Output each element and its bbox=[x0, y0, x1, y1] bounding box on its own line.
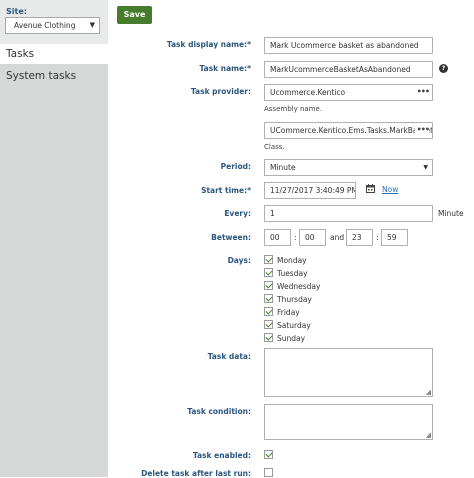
day-label-wednesday: Wednesday bbox=[277, 282, 321, 291]
save-button[interactable]: Save bbox=[117, 6, 152, 24]
chevron-down-icon: ▼ bbox=[89, 21, 95, 29]
from-hour-input[interactable]: 00 bbox=[264, 229, 291, 246]
to-hour-input[interactable]: 23 bbox=[346, 229, 373, 246]
task-provider-label: Task provider: bbox=[190, 87, 251, 96]
site-select[interactable]: Avenue Clothing ▼ bbox=[5, 17, 100, 34]
chevron-down-icon: ▼ bbox=[423, 164, 428, 171]
task-enabled-label: Task enabled: bbox=[192, 451, 251, 460]
help-icon[interactable]: ? bbox=[439, 64, 448, 73]
day-checkbox-monday[interactable] bbox=[264, 255, 273, 264]
day-label-monday: Monday bbox=[277, 256, 307, 265]
day-label-thursday: Thursday bbox=[277, 295, 312, 304]
every-label: Every: bbox=[224, 209, 251, 218]
assembly-note: Assembly name. bbox=[264, 105, 323, 113]
task-name-input[interactable]: MarkUcommerceBasketAsAbandoned bbox=[264, 61, 433, 78]
class-note: Class. bbox=[264, 143, 285, 151]
task-data-textarea[interactable]: ◢ bbox=[264, 348, 433, 397]
site-label: Site: bbox=[6, 7, 27, 16]
and-label: and bbox=[330, 233, 345, 242]
class-selector[interactable]: UCommerce.Kentico.Ems.Tasks.MarkBasketsA… bbox=[264, 122, 433, 139]
time-colon: : bbox=[294, 233, 297, 242]
day-checkbox-wednesday[interactable] bbox=[264, 281, 273, 290]
period-value: Minute bbox=[270, 163, 296, 172]
task-data-label: Task data: bbox=[207, 352, 251, 361]
assembly-selector[interactable]: Ucommerce.Kentico ••• bbox=[264, 84, 433, 101]
assembly-value: Ucommerce.Kentico bbox=[270, 88, 346, 97]
display-name-input[interactable]: Mark Ucommerce basket as abandoned bbox=[264, 37, 433, 54]
task-condition-label: Task condition: bbox=[187, 407, 251, 416]
start-time-input[interactable]: 11/27/2017 3:40:49 PM bbox=[264, 182, 356, 199]
every-input[interactable]: 1 bbox=[264, 205, 433, 222]
period-select[interactable]: Minute ▼ bbox=[264, 159, 433, 176]
now-link[interactable]: Now bbox=[382, 185, 398, 194]
site-selector-panel: Site: Avenue Clothing ▼ bbox=[0, 0, 108, 44]
days-label: Days: bbox=[227, 256, 251, 265]
from-minute-input[interactable]: 00 bbox=[299, 229, 326, 246]
between-label: Between: bbox=[211, 233, 251, 242]
calendar-icon[interactable] bbox=[366, 184, 375, 193]
display-name-label: Task display name:* bbox=[166, 40, 251, 49]
day-label-sunday: Sunday bbox=[277, 334, 306, 343]
period-label: Period: bbox=[220, 162, 251, 171]
day-checkbox-thursday[interactable] bbox=[264, 294, 273, 303]
day-checkbox-saturday[interactable] bbox=[264, 320, 273, 329]
to-minute-input[interactable]: 59 bbox=[381, 229, 408, 246]
day-checkbox-friday[interactable] bbox=[264, 307, 273, 316]
day-label-friday: Friday bbox=[277, 308, 300, 317]
day-checkbox-tuesday[interactable] bbox=[264, 268, 273, 277]
time-colon: : bbox=[376, 233, 379, 242]
resize-grip-icon[interactable]: ◢ bbox=[426, 432, 431, 439]
site-select-value: Avenue Clothing bbox=[14, 21, 76, 30]
day-label-saturday: Saturday bbox=[277, 321, 311, 330]
class-value: UCommerce.Kentico.Ems.Tasks.MarkBasketsA… bbox=[270, 126, 433, 135]
task-name-label: Task name:* bbox=[199, 64, 251, 73]
day-label-tuesday: Tuesday bbox=[277, 269, 308, 278]
day-checkbox-sunday[interactable] bbox=[264, 333, 273, 342]
ellipsis-icon[interactable]: ••• bbox=[414, 123, 430, 137]
resize-grip-icon[interactable]: ◢ bbox=[426, 389, 431, 396]
every-unit: Minute bbox=[438, 209, 464, 218]
delete-after-run-checkbox[interactable] bbox=[264, 468, 273, 477]
start-time-label: Start time:* bbox=[201, 186, 251, 195]
ellipsis-icon[interactable]: ••• bbox=[417, 85, 430, 99]
task-enabled-checkbox[interactable] bbox=[264, 450, 273, 459]
task-condition-textarea[interactable]: ◢ bbox=[264, 404, 433, 440]
